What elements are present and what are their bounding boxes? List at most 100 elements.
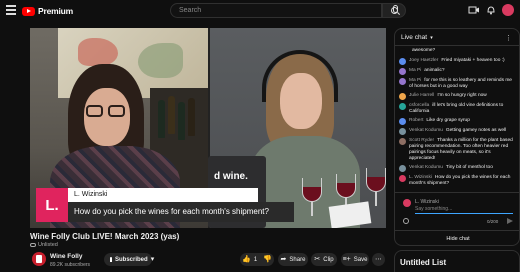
more-vert-icon[interactable]: ⋮ bbox=[505, 34, 512, 42]
overlay-name: L. Wizinski bbox=[68, 188, 258, 202]
overlay-avatar: L. bbox=[36, 188, 68, 222]
live-chat-panel: Live chat ▾ ⋮ awesome? Joey Haetzler Fried… bbox=[394, 28, 520, 246]
chat-message: Venkat Kodumu Tiny bit of menthol too bbox=[395, 163, 519, 173]
chat-message-body: Joey Haetzler Fried miyataki + heaven too… bbox=[409, 58, 505, 65]
link-icon bbox=[30, 243, 36, 247]
chat-message: Robert Like dry grape syrup bbox=[395, 116, 519, 126]
wine-bottle bbox=[188, 98, 195, 136]
chat-title: Live chat bbox=[401, 34, 428, 41]
chat-message: Scott Ryder Thanks a million for the plan… bbox=[395, 136, 519, 163]
save-button[interactable]: ≡+ Save bbox=[341, 253, 369, 266]
chat-message: Joey Haetzler Fried miyataki + heaven too… bbox=[395, 56, 519, 66]
chat-message: L. Wizinski How do you pick the wines for… bbox=[395, 173, 519, 188]
logo-text: Premium bbox=[38, 6, 73, 16]
search-input[interactable]: Search bbox=[170, 3, 382, 18]
send-icon[interactable] bbox=[507, 218, 513, 224]
like-button[interactable]: 👍 1 👎 bbox=[240, 253, 274, 266]
share-button[interactable]: ➦ Share bbox=[278, 253, 308, 266]
chat-author: Ma Pi bbox=[409, 77, 422, 83]
chat-avatar bbox=[399, 117, 406, 125]
create-icon[interactable] bbox=[468, 4, 480, 16]
chat-message-body: Venkat Kodumu Tiny bit of menthol too bbox=[409, 165, 493, 172]
playlist-title: Untitled List bbox=[400, 258, 447, 267]
chat-message: Julie Harrell I'm so hungry right now bbox=[395, 91, 519, 101]
chat-avatar bbox=[399, 102, 406, 110]
tasting-sheet bbox=[328, 201, 372, 228]
glass-stem bbox=[375, 192, 377, 206]
chat-message: awesome? bbox=[395, 46, 519, 56]
subscriber-count: 89.2K subscribers bbox=[50, 262, 91, 268]
chat-message-body: Venkat Kodumu Getting gamey notes as well bbox=[409, 128, 506, 135]
chat-message: Ma Pi animalic? bbox=[395, 66, 519, 76]
scissors-icon: ✂ bbox=[314, 256, 321, 263]
chat-avatar bbox=[399, 77, 406, 85]
chat-author: L. Wizinski bbox=[409, 174, 432, 180]
subscribed-label: Subscribed bbox=[115, 256, 148, 263]
save-icon: ≡+ bbox=[342, 256, 351, 263]
visibility-label: Unlisted bbox=[38, 242, 58, 248]
menu-icon[interactable] bbox=[6, 5, 16, 15]
chat-message-body: csforcella ill let's bring old vine defin… bbox=[409, 103, 517, 115]
more-actions-button[interactable]: ⋯ bbox=[372, 253, 385, 266]
wine-bottle bbox=[178, 102, 185, 140]
channel-name[interactable]: Wine Folly bbox=[50, 253, 82, 260]
hide-chat-button[interactable]: Hide chat bbox=[395, 230, 519, 245]
host-left-face bbox=[84, 88, 130, 146]
char-counter: 0/200 bbox=[487, 219, 499, 224]
wine-bottle bbox=[168, 96, 175, 134]
chat-input-area: L. Wizinski Say something... 0/200 bbox=[395, 192, 519, 230]
video-title: Wine Folly Club LIVE! March 2023 (yas) bbox=[30, 232, 180, 241]
more-icon: ⋯ bbox=[375, 256, 382, 263]
wine-bottle bbox=[158, 100, 165, 138]
chat-text: Getting gamey notes as well bbox=[445, 127, 507, 133]
share-icon: ➦ bbox=[280, 256, 287, 263]
chat-message-body: Julie Harrell I'm so hungry right now bbox=[409, 93, 487, 100]
chat-message-list: awesome? Joey Haetzler Fried miyataki + he… bbox=[395, 46, 519, 192]
chat-message: csforcella ill let's bring old vine defin… bbox=[395, 101, 519, 116]
chat-avatar bbox=[399, 164, 406, 172]
chat-input[interactable]: Say something... bbox=[415, 206, 513, 214]
bell-icon bbox=[110, 257, 112, 262]
chat-author: Robert bbox=[409, 117, 424, 123]
chat-text: Tiny bit of menthol too bbox=[445, 164, 493, 170]
chat-header[interactable]: Live chat ▾ bbox=[395, 29, 519, 46]
chat-author: csforcella bbox=[409, 102, 430, 108]
chat-avatar bbox=[399, 67, 406, 75]
chat-author: Ma Pi bbox=[409, 67, 422, 73]
chat-avatar bbox=[399, 57, 406, 65]
chat-text: animalic? bbox=[424, 67, 445, 73]
chat-message-body: Ma Pi animalic? bbox=[409, 68, 445, 75]
glass-stem bbox=[311, 202, 313, 216]
chat-avatar bbox=[399, 174, 406, 182]
thumbs-down-icon[interactable]: 👎 bbox=[263, 256, 272, 263]
clip-button[interactable]: ✂ Clip bbox=[311, 253, 337, 266]
save-label: Save bbox=[353, 256, 368, 263]
chat-text: Fried miyataki + heaven too :) bbox=[441, 57, 505, 63]
chat-message-body: Ma Pi for me this is so leathery and remi… bbox=[409, 78, 517, 90]
chat-avatar bbox=[399, 137, 406, 145]
subscribed-button[interactable]: Subscribed ▾ bbox=[104, 253, 155, 266]
chat-text: Like dry grape syrup bbox=[426, 117, 470, 123]
play-logo-icon bbox=[22, 6, 35, 16]
chat-message-body: awesome? bbox=[409, 48, 435, 55]
chat-text: I'm so hungry right now bbox=[437, 92, 487, 98]
overlay-question: How do you pick the wines for each month… bbox=[68, 202, 294, 222]
chat-avatar bbox=[399, 92, 406, 100]
chat-message-body: Robert Like dry grape syrup bbox=[409, 118, 470, 125]
chat-avatar bbox=[399, 127, 406, 135]
account-avatar[interactable] bbox=[502, 4, 514, 16]
clip-label: Clip bbox=[323, 256, 334, 263]
mic-icon[interactable] bbox=[393, 5, 398, 13]
emoji-icon[interactable] bbox=[403, 218, 409, 224]
my-name: L. Wizinski bbox=[415, 199, 439, 205]
chat-message-body: Scott Ryder Thanks a million for the plan… bbox=[409, 138, 517, 162]
youtube-logo[interactable]: Premium bbox=[22, 5, 73, 17]
like-count: 1 bbox=[253, 256, 258, 263]
wine-glass bbox=[366, 168, 386, 192]
chat-author: Venkat Kodumu bbox=[409, 127, 443, 133]
share-label: Share bbox=[289, 256, 306, 263]
chevron-down-icon: ▾ bbox=[150, 256, 155, 263]
bell-icon[interactable] bbox=[485, 4, 497, 16]
chat-text: awesome? bbox=[412, 47, 436, 53]
channel-avatar[interactable] bbox=[32, 252, 46, 266]
